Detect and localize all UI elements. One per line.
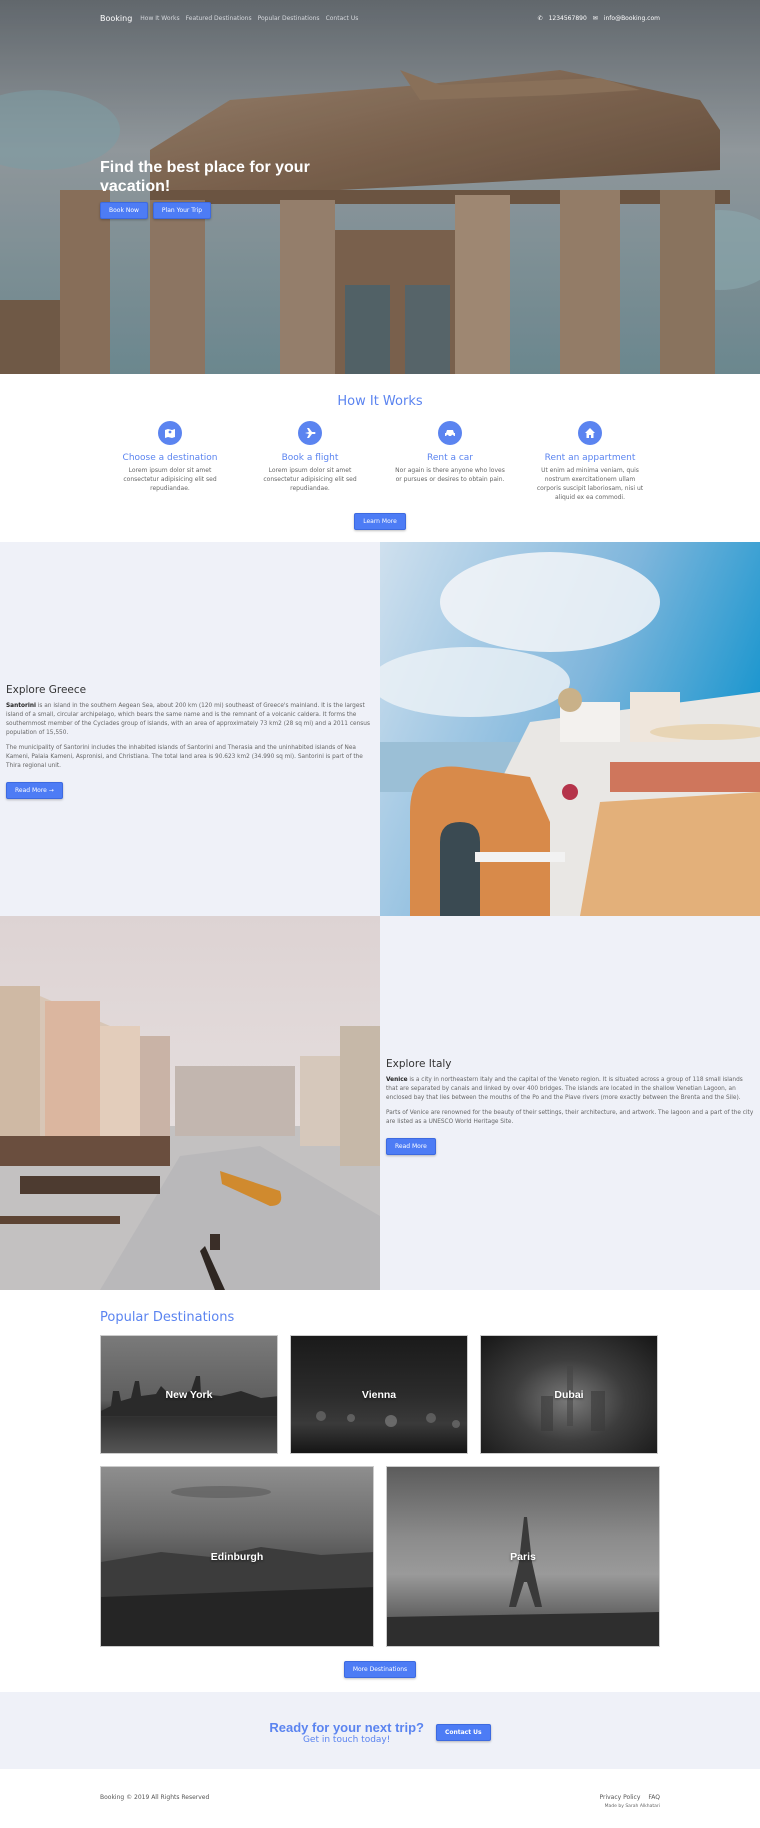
- plane-icon: [298, 421, 322, 445]
- contact-us-button[interactable]: Contact Us: [435, 1724, 491, 1741]
- hero-buttons: Book Now Plan Your Trip: [100, 202, 212, 219]
- step-item: Rent an appartment Ut enim ad minima ven…: [520, 421, 660, 502]
- hero-section: Booking How It Works Featured Destinatio…: [0, 0, 760, 374]
- call-to-action-section: Ready for your next trip? Get in touch t…: [0, 1692, 760, 1769]
- italy-text-panel: Explore Italy Venice is a city in northe…: [380, 916, 760, 1290]
- italy-paragraph-1: Venice is a city in northeastern Italy a…: [386, 1077, 743, 1101]
- contact-info: ✆ 1234567890 ✉ info@Booking.com: [538, 15, 660, 22]
- step-text: Lorem ipsum dolor sit amet consectetur a…: [263, 467, 357, 492]
- italy-read-more-button[interactable]: Read More: [386, 1138, 436, 1155]
- car-icon: [438, 421, 462, 445]
- santorini-image: [380, 542, 760, 916]
- cta-text: Ready for your next trip? Get in touch t…: [269, 1720, 424, 1745]
- map-icon: [158, 421, 182, 445]
- privacy-policy-link[interactable]: Privacy Policy: [599, 1794, 640, 1801]
- section-title: Popular Destinations: [100, 1310, 235, 1325]
- step-title: Choose a destination: [122, 453, 218, 463]
- footer: Booking © 2019 All Rights Reserved Priva…: [0, 1769, 760, 1828]
- cta-subtitle: Get in touch today!: [302, 1735, 391, 1745]
- how-it-works-section: How It Works Choose a destination Lorem …: [0, 374, 760, 542]
- more-destinations-button[interactable]: More Destinations: [343, 1661, 417, 1678]
- destination-label: Vienna: [361, 1388, 397, 1401]
- greece-title: Explore Greece: [6, 684, 87, 696]
- destination-label: New York: [165, 1388, 213, 1401]
- steps-list: Choose a destination Lorem ipsum dolor s…: [100, 421, 660, 502]
- step-title: Rent an appartment: [544, 453, 636, 463]
- step-item: Book a flight Lorem ipsum dolor sit amet…: [240, 421, 380, 502]
- greece-paragraph-1: Santorini is an island in the southern A…: [6, 703, 370, 736]
- home-icon: [578, 421, 602, 445]
- learn-more-button[interactable]: Learn More: [354, 513, 406, 530]
- step-text: Lorem ipsum dolor sit amet consectetur a…: [123, 467, 217, 492]
- hero-title: Find the best place for your vacation!: [100, 159, 310, 195]
- italy-title: Explore Italy: [386, 1058, 452, 1070]
- venice-image: [0, 916, 380, 1290]
- greece-paragraph-2: The municipality of Santorini includes t…: [6, 745, 363, 769]
- book-now-button[interactable]: Book Now: [100, 202, 148, 219]
- top-navbar: Booking How It Works Featured Destinatio…: [100, 10, 660, 26]
- step-text: Nor again is there anyone who loves or p…: [395, 467, 505, 483]
- italy-paragraph-2: Parts of Venice are renowned for the bea…: [386, 1110, 754, 1125]
- nav-link-contact-us[interactable]: Contact Us: [326, 15, 359, 22]
- phone-number: 1234567890: [548, 14, 587, 22]
- step-item: Choose a destination Lorem ipsum dolor s…: [100, 421, 240, 502]
- destination-label: Dubai: [554, 1388, 584, 1401]
- section-title: How It Works: [337, 394, 423, 409]
- explore-greece-section: Explore Greece Santorini is an island in…: [0, 542, 760, 916]
- plan-trip-button[interactable]: Plan Your Trip: [152, 202, 212, 219]
- popular-destinations-section: Popular Destinations New York Vienna Dub…: [0, 1290, 760, 1692]
- destination-card-edinburgh[interactable]: Edinburgh: [100, 1466, 374, 1647]
- nav-link-how-it-works[interactable]: How It Works: [140, 15, 179, 22]
- brand-logo[interactable]: Booking: [100, 14, 132, 23]
- greece-text-panel: Explore Greece Santorini is an island in…: [0, 542, 380, 916]
- step-item: Rent a car Nor again is there anyone who…: [380, 421, 520, 502]
- step-title: Rent a car: [426, 453, 474, 463]
- destination-card-new-york[interactable]: New York: [100, 1335, 278, 1454]
- destination-card-dubai[interactable]: Dubai: [480, 1335, 658, 1454]
- greece-bold-name: Santorini: [6, 703, 36, 709]
- destination-label: Paris: [510, 1550, 536, 1563]
- faq-link[interactable]: FAQ: [648, 1794, 660, 1801]
- destination-label: Edinburgh: [210, 1550, 264, 1563]
- email-address: info@Booking.com: [603, 14, 660, 22]
- step-title: Book a flight: [281, 453, 339, 463]
- explore-italy-section: Explore Italy Venice is a city in northe…: [0, 916, 760, 1290]
- italy-bold-name: Venice: [386, 1077, 408, 1083]
- destination-card-paris[interactable]: Paris: [386, 1466, 660, 1647]
- nav-link-popular-destinations[interactable]: Popular Destinations: [258, 15, 320, 22]
- destination-card-vienna[interactable]: Vienna: [290, 1335, 468, 1454]
- envelope-icon: ✉: [592, 14, 598, 22]
- made-by-text: Made by Sarah Alkhatari: [604, 1804, 660, 1809]
- phone-icon: ✆: [537, 14, 543, 22]
- footer-links: Privacy Policy FAQ: [599, 1794, 660, 1801]
- cta-title: Ready for your next trip?: [269, 1720, 424, 1735]
- greece-read-more-button[interactable]: Read More →: [6, 782, 63, 799]
- copyright-text: Booking © 2019 All Rights Reserved: [100, 1794, 210, 1801]
- nav-link-featured-destinations[interactable]: Featured Destinations: [186, 15, 252, 22]
- step-text: Ut enim ad minima veniam, quis nostrum e…: [536, 467, 644, 501]
